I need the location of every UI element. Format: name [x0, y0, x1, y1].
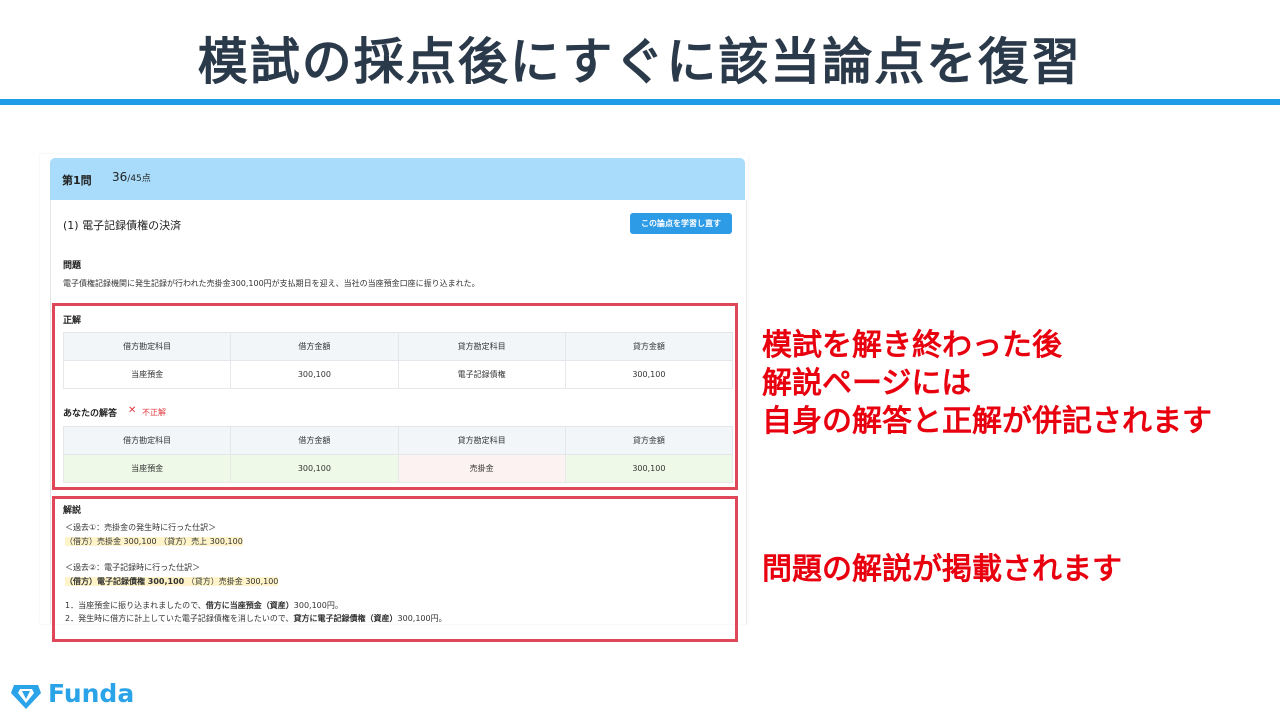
topic-title: (1) 電子記録債権の決済 [63, 219, 182, 232]
study-again-button[interactable]: この論点を学習し直す [630, 213, 732, 234]
problem-text: 電子債権記録機関に発生記録が行われた売掛金300,100円が支払期日を迎え、当社… [63, 279, 480, 288]
question-score: 36/45点 [112, 170, 151, 184]
question-number: 第1問 [62, 174, 92, 187]
note-line: 解説ページには [762, 366, 972, 401]
problem-label: 問題 [63, 261, 82, 271]
logo-wordmark: Funda [48, 679, 135, 708]
score-value: 36 [112, 170, 128, 184]
note-explanation: 問題の解説が掲載されます [762, 552, 1122, 587]
funda-logo: Funda [10, 679, 150, 713]
slide-title: 模試の採点後にすぐに該当論点を復習 [197, 33, 1083, 91]
title-underline [0, 99, 1280, 105]
note-line: 自身の解答と正解が併記されます [762, 404, 1212, 439]
explanation-highlight-box [52, 496, 738, 642]
note-line: 模試を解き終わった後 [762, 328, 1062, 363]
note-answer-comparison: 模試を解き終わった後 解説ページには 自身の解答と正解が併記されます [762, 327, 1212, 441]
diamond-icon [11, 685, 41, 709]
answer-highlight-box [52, 303, 738, 490]
question-header: 第1問 36/45点 [50, 158, 745, 200]
score-total: /45点 [127, 174, 151, 184]
